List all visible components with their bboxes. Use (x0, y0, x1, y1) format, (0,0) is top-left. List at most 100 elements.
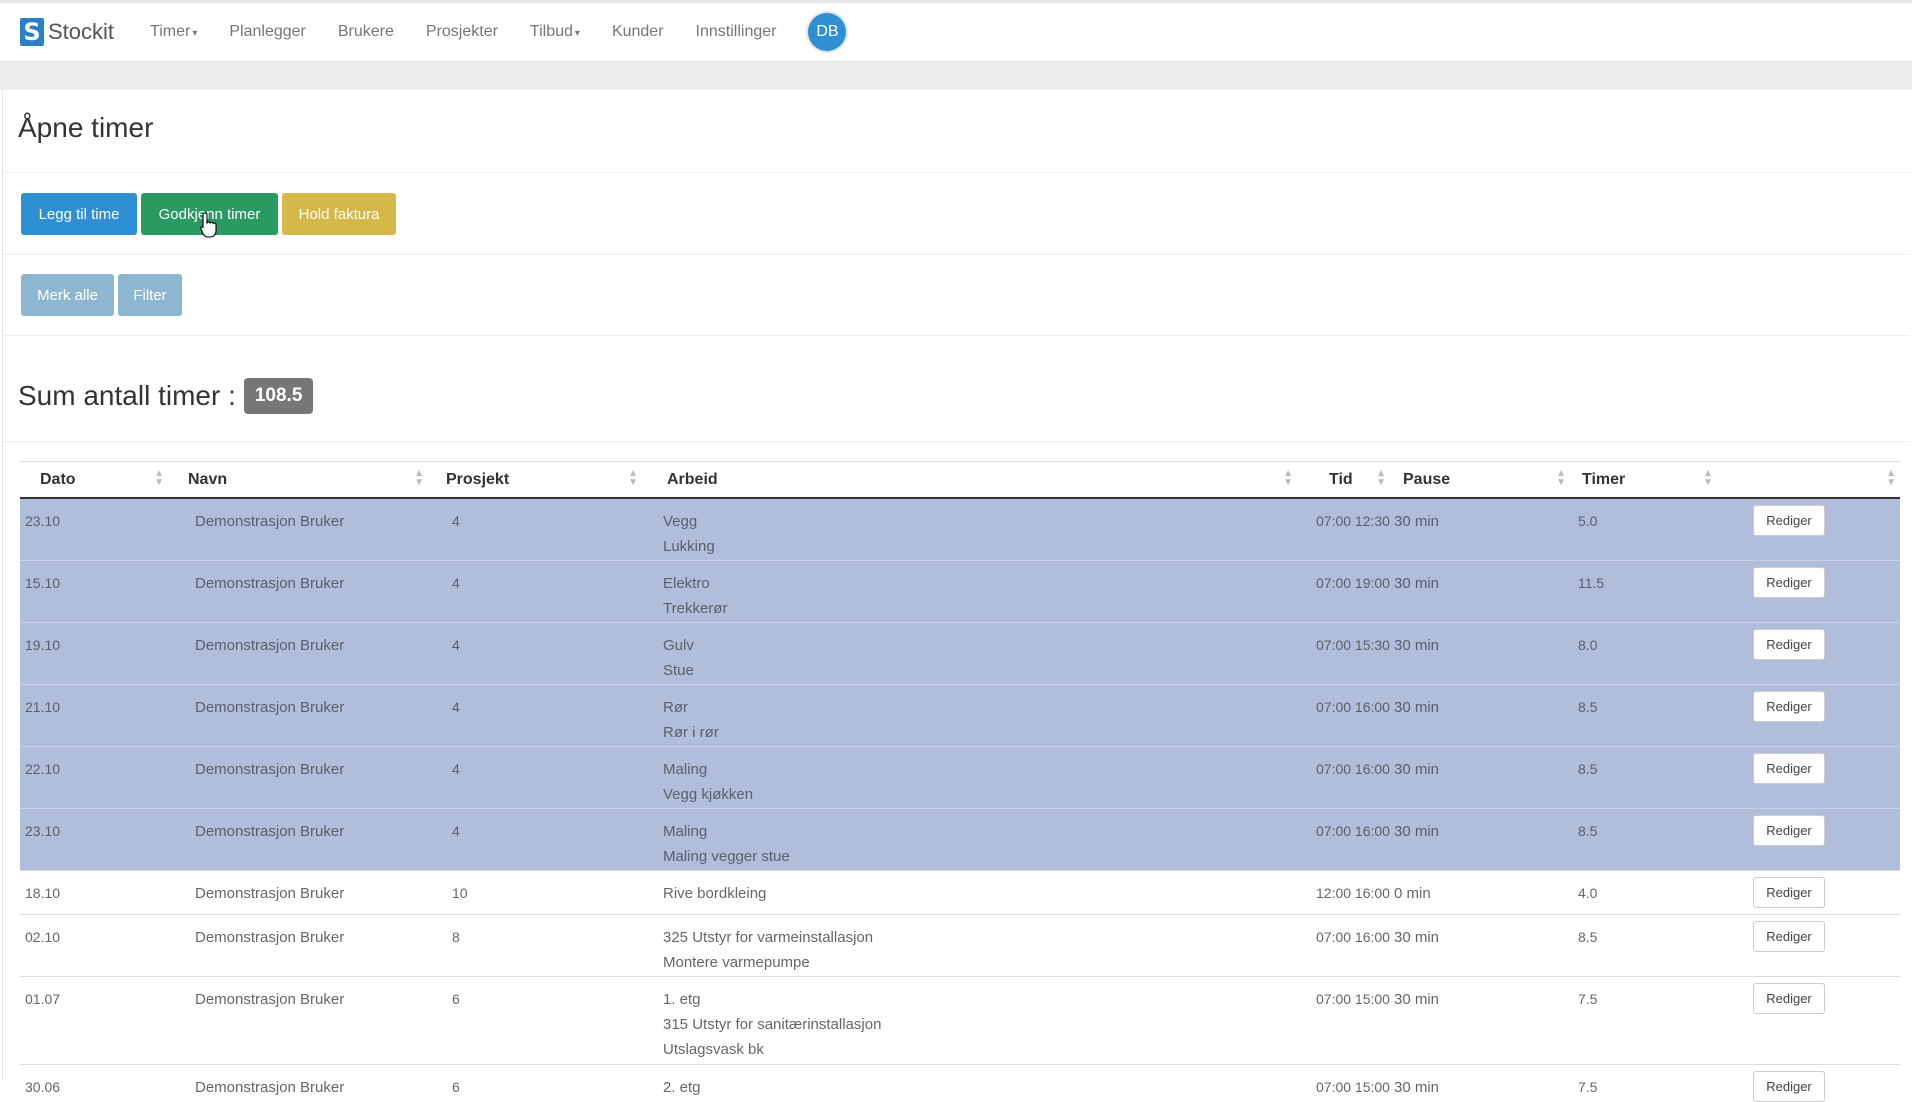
cell-project: 10 (428, 869, 642, 914)
edit-button[interactable]: Rediger (1753, 752, 1825, 784)
cell-project-text: 10 (452, 884, 468, 901)
sort-icon: ▲ ▼ (1376, 468, 1386, 488)
nav-item-label: Brukere (337, 23, 394, 40)
nav-item-tilbud[interactable]: Tilbud ▾ (530, 23, 580, 41)
hold-invoice-button[interactable]: Hold faktura (282, 193, 396, 235)
cell-work: 325 Utstyr for varmeinstallasjon Montere … (642, 913, 1297, 976)
table-row[interactable]: 23.10 Demonstrasjon Bruker 4 Vegg Lukking 07:… (20, 497, 1900, 560)
cell-time: 07:00 19:00 (1297, 559, 1390, 622)
cell-hours-text: 8.0 (1578, 636, 1598, 653)
nav-item-innstillinger[interactable]: Innstillinger (696, 23, 777, 41)
edit-button[interactable]: Rediger (1753, 628, 1825, 660)
column-header-pause[interactable]: Pause ▲ ▼ (1390, 461, 1570, 499)
table-row[interactable]: 19.10 Demonstrasjon Bruker 4 Gulv Stue 07:00 … (20, 621, 1900, 684)
cell-name: Demonstrasjon Bruker (168, 683, 428, 746)
cell-work: Elektro Trekkerør (642, 559, 1297, 622)
cell-name-text: Demonstrasjon Bruker (195, 928, 345, 946)
cell-project-text: 4 (452, 513, 460, 529)
brand-name: Stockit (48, 19, 115, 44)
edit-button[interactable]: Rediger (1753, 876, 1825, 908)
table-row[interactable]: 01.07 Demonstrasjon Bruker 6 1. etg 315 Utst… (20, 975, 1900, 1064)
column-header-date[interactable]: Dato ▲ ▼ (20, 461, 168, 499)
cell-project: 4 (428, 745, 642, 808)
cell-project: 4 (428, 497, 642, 560)
hours-table: Dato ▲ ▼ Navn ▲ ▼ Prosjekt ▲ ▼ Arbeid ▲ ▼ Tid ▲ ▼ … (20, 461, 1900, 1102)
cell-time: 07:00 16:00 (1297, 683, 1390, 746)
column-header-hours[interactable]: Timer ▲ ▼ (1570, 461, 1717, 499)
edit-button[interactable]: Rediger (1753, 690, 1825, 722)
cell-time: 07:00 12:30 (1297, 497, 1390, 560)
cell-name: Demonstrasjon Bruker (168, 975, 428, 1064)
cell-hours: 4.0 (1570, 869, 1717, 914)
cell-pause-text: 30 min (1394, 822, 1440, 840)
cell-pause-text: 30 min (1394, 1078, 1440, 1096)
cell-name-text: Demonstrasjon Bruker (195, 1078, 345, 1096)
table-row[interactable]: 18.10 Demonstrasjon Bruker 10 Rive bordklei… (20, 869, 1900, 914)
table-row[interactable]: 23.10 Demonstrasjon Bruker 4 Maling Maling v… (20, 807, 1900, 870)
cell-pause: 30 min (1390, 1063, 1570, 1102)
cell-date-text: 21.10 (25, 698, 61, 715)
edit-button[interactable]: Rediger (1753, 566, 1825, 598)
add-hours-button[interactable]: Legg til time (21, 193, 137, 235)
column-header-project[interactable]: Prosjekt ▲ ▼ (428, 461, 642, 499)
nav-item-brukere[interactable]: Brukere (338, 23, 394, 41)
nav-item-timer[interactable]: Timer ▾ (150, 23, 197, 41)
cell-name-text: Demonstrasjon Bruker (195, 990, 345, 1008)
cell-time-text: 12:00 16:00 (1316, 884, 1390, 901)
edit-button[interactable]: Rediger (1753, 982, 1825, 1014)
table-row[interactable]: 21.10 Demonstrasjon Bruker 4 Rør Rør i rør 07… (20, 683, 1900, 746)
sort-icon: ▲ ▼ (1886, 468, 1896, 488)
nav-item-label: Planlegger (229, 23, 306, 40)
cell-name-text: Demonstrasjon Bruker (195, 574, 345, 592)
user-avatar[interactable]: DB (808, 13, 847, 51)
cell-hours-text: 7.5 (1578, 990, 1598, 1007)
cell-work: Gulv Stue (642, 621, 1297, 684)
cell-project-text: 4 (452, 760, 460, 777)
table-row[interactable]: 30.06 Demonstrasjon Bruker 6 2. etg 07:00 15… (20, 1063, 1900, 1102)
divider (2, 441, 1910, 442)
cell-pause: 30 min (1390, 745, 1570, 808)
nav-menu: Timer ▾ Planlegger Brukere Prosjekter Tilbud ▾… (134, 23, 792, 41)
cell-date: 01.07 (20, 975, 168, 1064)
cell-time-text: 07:00 15:30 (1316, 636, 1390, 653)
cell-actions: Rediger (1717, 559, 1900, 622)
column-header-actions[interactable]: ▲ ▼ (1717, 461, 1900, 499)
table-row[interactable]: 15.10 Demonstrasjon Bruker 4 Elektro Trekker… (20, 559, 1900, 622)
cell-pause-text: 30 min (1394, 928, 1440, 946)
table-row[interactable]: 22.10 Demonstrasjon Bruker 4 Maling Vegg kjø… (20, 745, 1900, 808)
cell-name-text: Demonstrasjon Bruker (195, 822, 345, 840)
nav-item-kunder[interactable]: Kunder (612, 23, 664, 41)
select-all-button[interactable]: Merk alle (21, 274, 114, 316)
edit-button[interactable]: Rediger (1753, 814, 1825, 846)
caret-down-icon: ▾ (574, 28, 580, 39)
cell-project: 4 (428, 807, 642, 870)
work-line: Trekkerør (663, 599, 728, 617)
nav-item-prosjekter[interactable]: Prosjekter (426, 23, 498, 41)
edit-button[interactable]: Rediger (1753, 1070, 1825, 1102)
edit-button[interactable]: Rediger (1753, 920, 1825, 952)
nav-item-planlegger[interactable]: Planlegger (229, 23, 306, 41)
column-header-work[interactable]: Arbeid ▲ ▼ (642, 461, 1297, 499)
cell-date-text: 22.10 (25, 760, 61, 777)
cell-name: Demonstrasjon Bruker (168, 745, 428, 808)
brand[interactable]: S Stockit (20, 18, 114, 46)
cell-name: Demonstrasjon Bruker (168, 559, 428, 622)
cell-name: Demonstrasjon Bruker (168, 1063, 428, 1102)
work-line: Maling (663, 760, 708, 778)
cell-date: 23.10 (20, 497, 168, 560)
cell-hours: 8.5 (1570, 745, 1717, 808)
cell-project: 8 (428, 913, 642, 976)
edit-button[interactable]: Rediger (1753, 505, 1825, 536)
column-header-time[interactable]: Tid ▲ ▼ (1297, 461, 1390, 499)
cell-pause-text: 30 min (1394, 990, 1440, 1008)
sort-icon: ▲ ▼ (1556, 468, 1566, 488)
cell-name-text: Demonstrasjon Bruker (195, 636, 345, 654)
table-row[interactable]: 02.10 Demonstrasjon Bruker 8 325 Utstyr for… (20, 913, 1900, 976)
cell-pause: 30 min (1390, 621, 1570, 684)
cell-project-text: 8 (452, 928, 460, 945)
column-header-name[interactable]: Navn ▲ ▼ (168, 461, 428, 499)
cell-name-text: Demonstrasjon Bruker (195, 513, 345, 530)
filter-button[interactable]: Filter (118, 274, 182, 316)
caret-down-icon: ▾ (192, 28, 198, 39)
mouse-pointer-icon (200, 212, 217, 238)
